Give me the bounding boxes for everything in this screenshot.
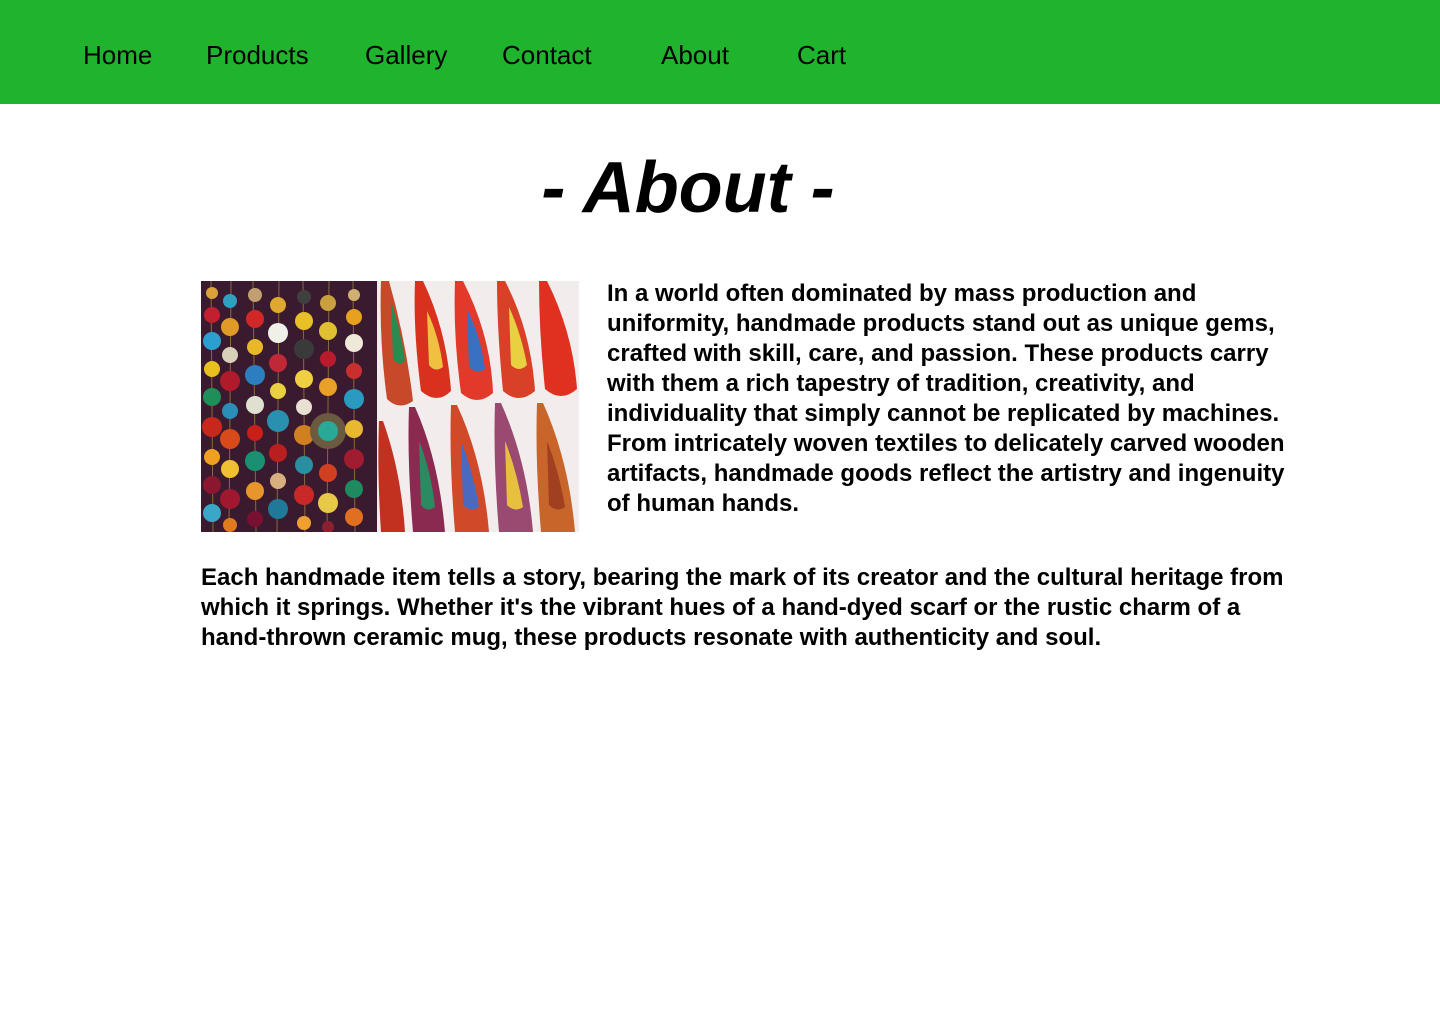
nav-link-products[interactable]: Products	[206, 38, 309, 72]
page-title: - About -	[541, 148, 835, 228]
about-paragraph-1: In a world often dominated by mass produ…	[607, 280, 1285, 517]
nav-link-about[interactable]: About	[661, 38, 729, 72]
nav-link-cart[interactable]: Cart	[797, 38, 846, 72]
top-navigation-bar: Home Products Gallery Contact About Cart	[0, 0, 1440, 104]
nav-link-gallery[interactable]: Gallery	[365, 38, 447, 72]
handmade-products-photo	[201, 281, 579, 532]
nav-link-home[interactable]: Home	[83, 38, 152, 72]
about-paragraph-2: Each handmade item tells a story, bearin…	[201, 564, 1284, 651]
nav-link-contact[interactable]: Contact	[502, 38, 592, 72]
